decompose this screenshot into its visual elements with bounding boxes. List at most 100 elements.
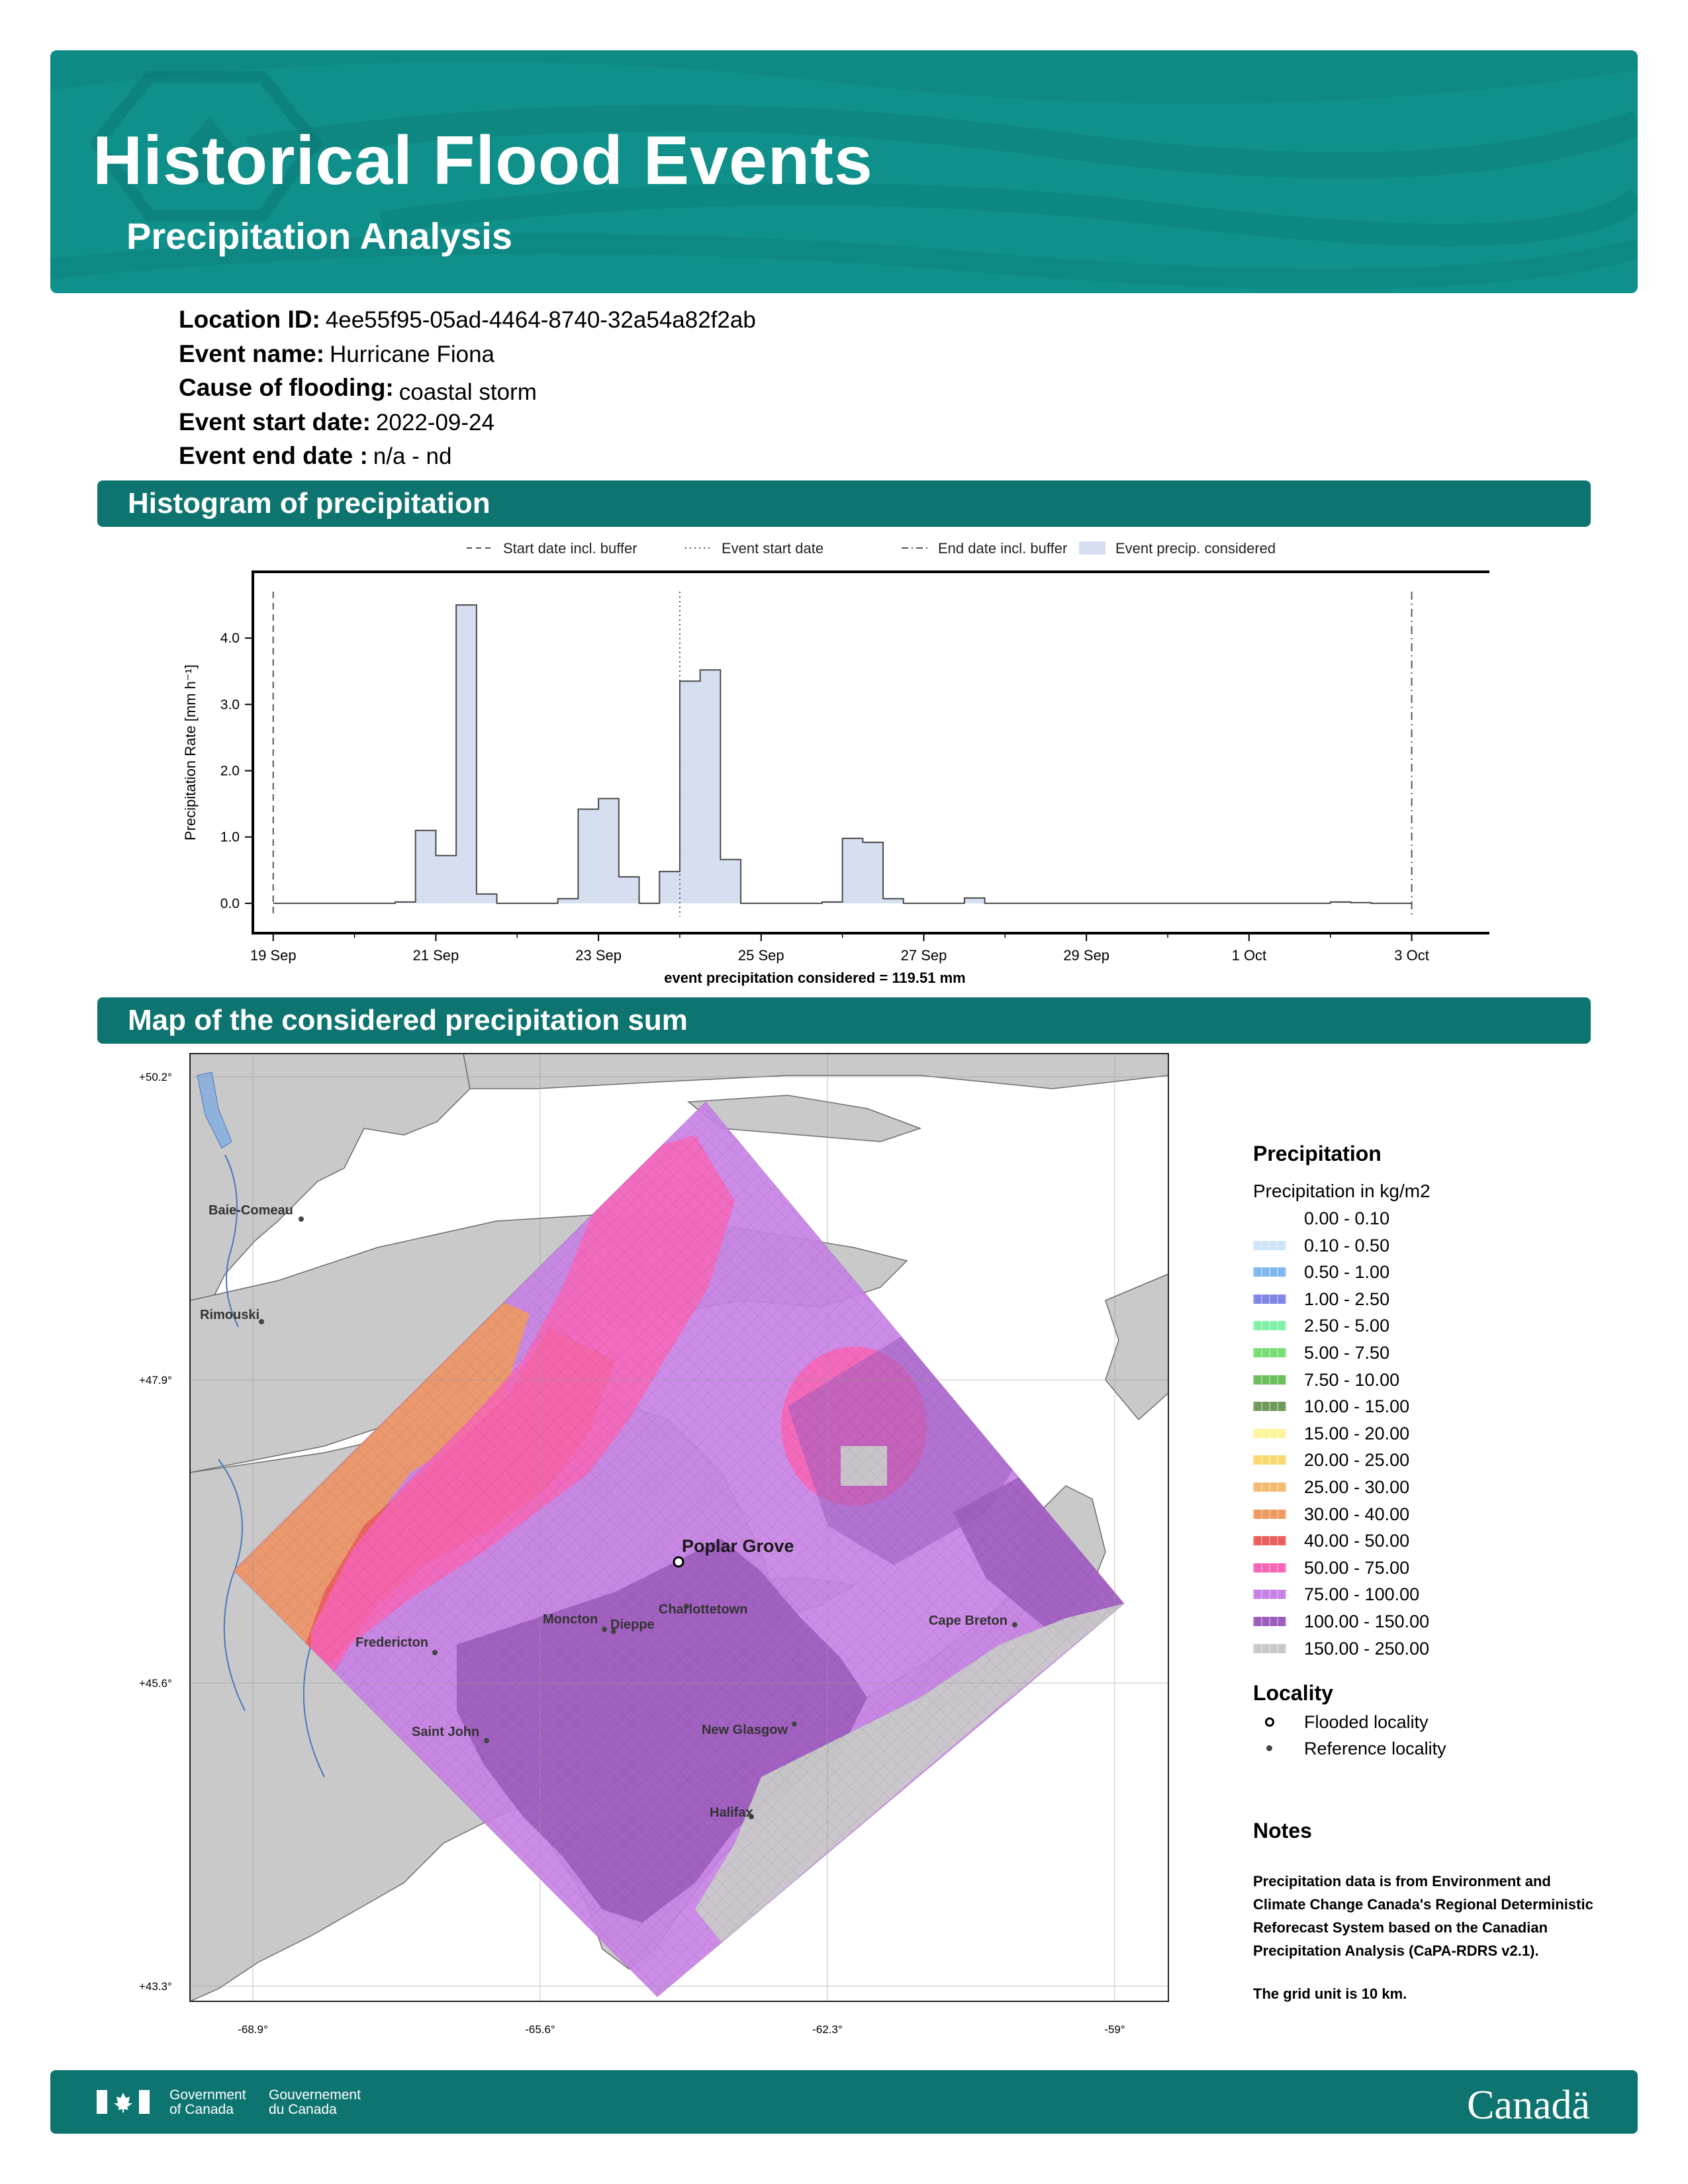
- legend-class-item: 75.00 - 100.00: [1253, 1582, 1624, 1609]
- page-title: Historical Flood Events: [93, 122, 873, 199]
- svg-text:Poplar Grove: Poplar Grove: [682, 1536, 794, 1556]
- histogram-bar: [700, 670, 721, 903]
- svg-text:Baie-Comeau: Baie-Comeau: [209, 1203, 293, 1218]
- histogram-bar: [415, 830, 436, 903]
- histogram-bar: [659, 871, 680, 903]
- legend-class-label: 15.00 - 20.00: [1304, 1423, 1410, 1443]
- legend-class-item: 25.00 - 30.00: [1253, 1475, 1624, 1502]
- notes-title: Notes: [1253, 1819, 1312, 1843]
- info-event-name: Event name: Hurricane Fiona: [179, 340, 494, 368]
- legend-swatch: [1253, 1482, 1286, 1492]
- legend-swatch: [1079, 541, 1105, 555]
- legend-class-label: 50.00 - 75.00: [1304, 1557, 1410, 1578]
- precipitation-histogram: Start date incl. buffer Event start date E…: [182, 540, 1489, 986]
- histogram-bar: [964, 897, 985, 903]
- svg-text:Fredericton: Fredericton: [355, 1635, 428, 1650]
- legend-swatch: [1253, 1267, 1286, 1277]
- legend-classes: 0.00 - 0.10 0.10 - 0.50 0.50 - 1.00 1.00 - …: [1253, 1206, 1624, 1662]
- y-tick-label: 1.0: [220, 830, 240, 845]
- legend-class-label: 150.00 - 250.00: [1304, 1638, 1430, 1659]
- legend-class-label: 75.00 - 100.00: [1304, 1584, 1420, 1605]
- legend-class-item: 5.00 - 7.50: [1253, 1340, 1624, 1367]
- section-bar-histogram: Histogram of precipitation: [97, 480, 1591, 527]
- legend-swatch: [1253, 1214, 1286, 1223]
- histogram-bar: [578, 809, 599, 903]
- reference-marker-icon: [1266, 1745, 1272, 1752]
- info-value: coastal storm: [399, 379, 537, 405]
- info-cause: Cause of flooding: coastal storm: [179, 374, 537, 405]
- locality-dieppe: Dieppe: [610, 1617, 655, 1634]
- legend-class-item: 2.50 - 5.00: [1253, 1313, 1624, 1340]
- locality-title: Locality: [1253, 1681, 1333, 1706]
- histogram-bar: [883, 898, 904, 903]
- legend-swatch: [1253, 1509, 1286, 1519]
- histogram-bar: [618, 876, 639, 903]
- legend-class-item: 150.00 - 250.00: [1253, 1636, 1624, 1663]
- x-tick-label: 3 Oct: [1394, 947, 1429, 964]
- legend-class-item: 10.00 - 15.00: [1253, 1394, 1624, 1421]
- map-legend: Precipitation Precipitation in kg/m2 0.0…: [1253, 1142, 1624, 1762]
- legend-class-item: 0.00 - 0.10: [1253, 1206, 1624, 1233]
- x-tick-label: 19 Sep: [250, 947, 297, 964]
- legend-flooded: Flooded locality: [1253, 1709, 1624, 1736]
- svg-text:Rimouski: Rimouski: [200, 1308, 259, 1322]
- canada-flag-icon: [97, 2090, 150, 2114]
- lat-label: +50.2°: [139, 1071, 172, 1083]
- info-label: Event end date :: [179, 442, 368, 469]
- legend-swatch: [1253, 1563, 1286, 1572]
- legend-class-item: 15.00 - 20.00: [1253, 1421, 1624, 1448]
- svg-text:Dieppe: Dieppe: [610, 1617, 655, 1632]
- legend-class-item: 100.00 - 150.00: [1253, 1609, 1624, 1636]
- legend-swatch: [1253, 1455, 1286, 1465]
- info-start-date: Event start date: 2022-09-24: [179, 408, 494, 436]
- histogram-bar: [679, 681, 700, 903]
- y-axis-label: Precipitation Rate [mm h⁻¹]: [182, 664, 199, 841]
- x-tick-label: 29 Sep: [1063, 947, 1109, 964]
- histogram-bar: [720, 859, 741, 903]
- locality-halifax: Halifax: [710, 1805, 754, 1820]
- legend-label: End date incl. buffer: [938, 540, 1067, 557]
- locality-cape-breton: Cape Breton: [929, 1614, 1017, 1628]
- x-axis-label: event precipitation considered = 119.51 …: [664, 970, 965, 986]
- legend-swatch: [1253, 1375, 1286, 1385]
- x-tick-label: 1 Oct: [1232, 947, 1267, 964]
- histogram-bar: [557, 898, 579, 903]
- legend-reference: Reference locality: [1253, 1736, 1624, 1762]
- info-value: Hurricane Fiona: [330, 341, 495, 367]
- legend-class-label: 2.50 - 5.00: [1304, 1316, 1390, 1336]
- lon-label: -62.3°: [812, 2023, 843, 2036]
- legend-swatch: [1253, 1347, 1286, 1357]
- legend-label: Event precip. considered: [1115, 540, 1276, 557]
- legend-swatch: [1253, 1321, 1286, 1331]
- x-tick-label: 21 Sep: [413, 947, 459, 964]
- x-tick-label: 25 Sep: [738, 947, 784, 964]
- legend-class-label: 100.00 - 150.00: [1304, 1611, 1430, 1631]
- histogram-bar: [598, 798, 619, 903]
- legend-class-label: 7.50 - 10.00: [1304, 1369, 1400, 1390]
- histogram-bar: [436, 855, 457, 903]
- legend-class-item: 30.00 - 40.00: [1253, 1502, 1624, 1529]
- legend-class-label: 10.00 - 15.00: [1304, 1396, 1410, 1417]
- y-tick-label: 2.0: [220, 764, 240, 779]
- lat-label: +47.9°: [139, 1374, 172, 1387]
- lon-label: -65.6°: [525, 2023, 555, 2036]
- page-header: Historical Flood Events Precipitation An…: [50, 50, 1638, 293]
- histogram-bar: [842, 838, 863, 903]
- info-location-id: Location ID: 4ee55f95-05ad-4464-8740-32a5…: [179, 306, 756, 334]
- lon-label: -68.9°: [238, 2023, 268, 2036]
- legend-subtitle: Precipitation in kg/m2: [1253, 1181, 1430, 1201]
- svg-text:Moncton: Moncton: [543, 1612, 598, 1627]
- legend-class-item: 1.00 - 2.50: [1253, 1287, 1624, 1314]
- y-tick-label: 0.0: [220, 896, 240, 911]
- canada-wordmark: Canadä: [1467, 2083, 1590, 2128]
- info-label: Cause of flooding:: [179, 374, 394, 401]
- legend-class-label: 40.00 - 50.00: [1304, 1531, 1410, 1551]
- legend-class-item: 0.10 - 0.50: [1253, 1233, 1624, 1260]
- legend-class-item: 20.00 - 25.00: [1253, 1447, 1624, 1475]
- info-value: n/a - nd: [373, 443, 452, 469]
- legend-swatch: [1253, 1616, 1286, 1626]
- histogram-bar: [456, 605, 477, 903]
- info-label: Event start date:: [179, 408, 371, 435]
- histogram-bar: [476, 893, 497, 903]
- legend-class-label: 20.00 - 25.00: [1304, 1450, 1410, 1471]
